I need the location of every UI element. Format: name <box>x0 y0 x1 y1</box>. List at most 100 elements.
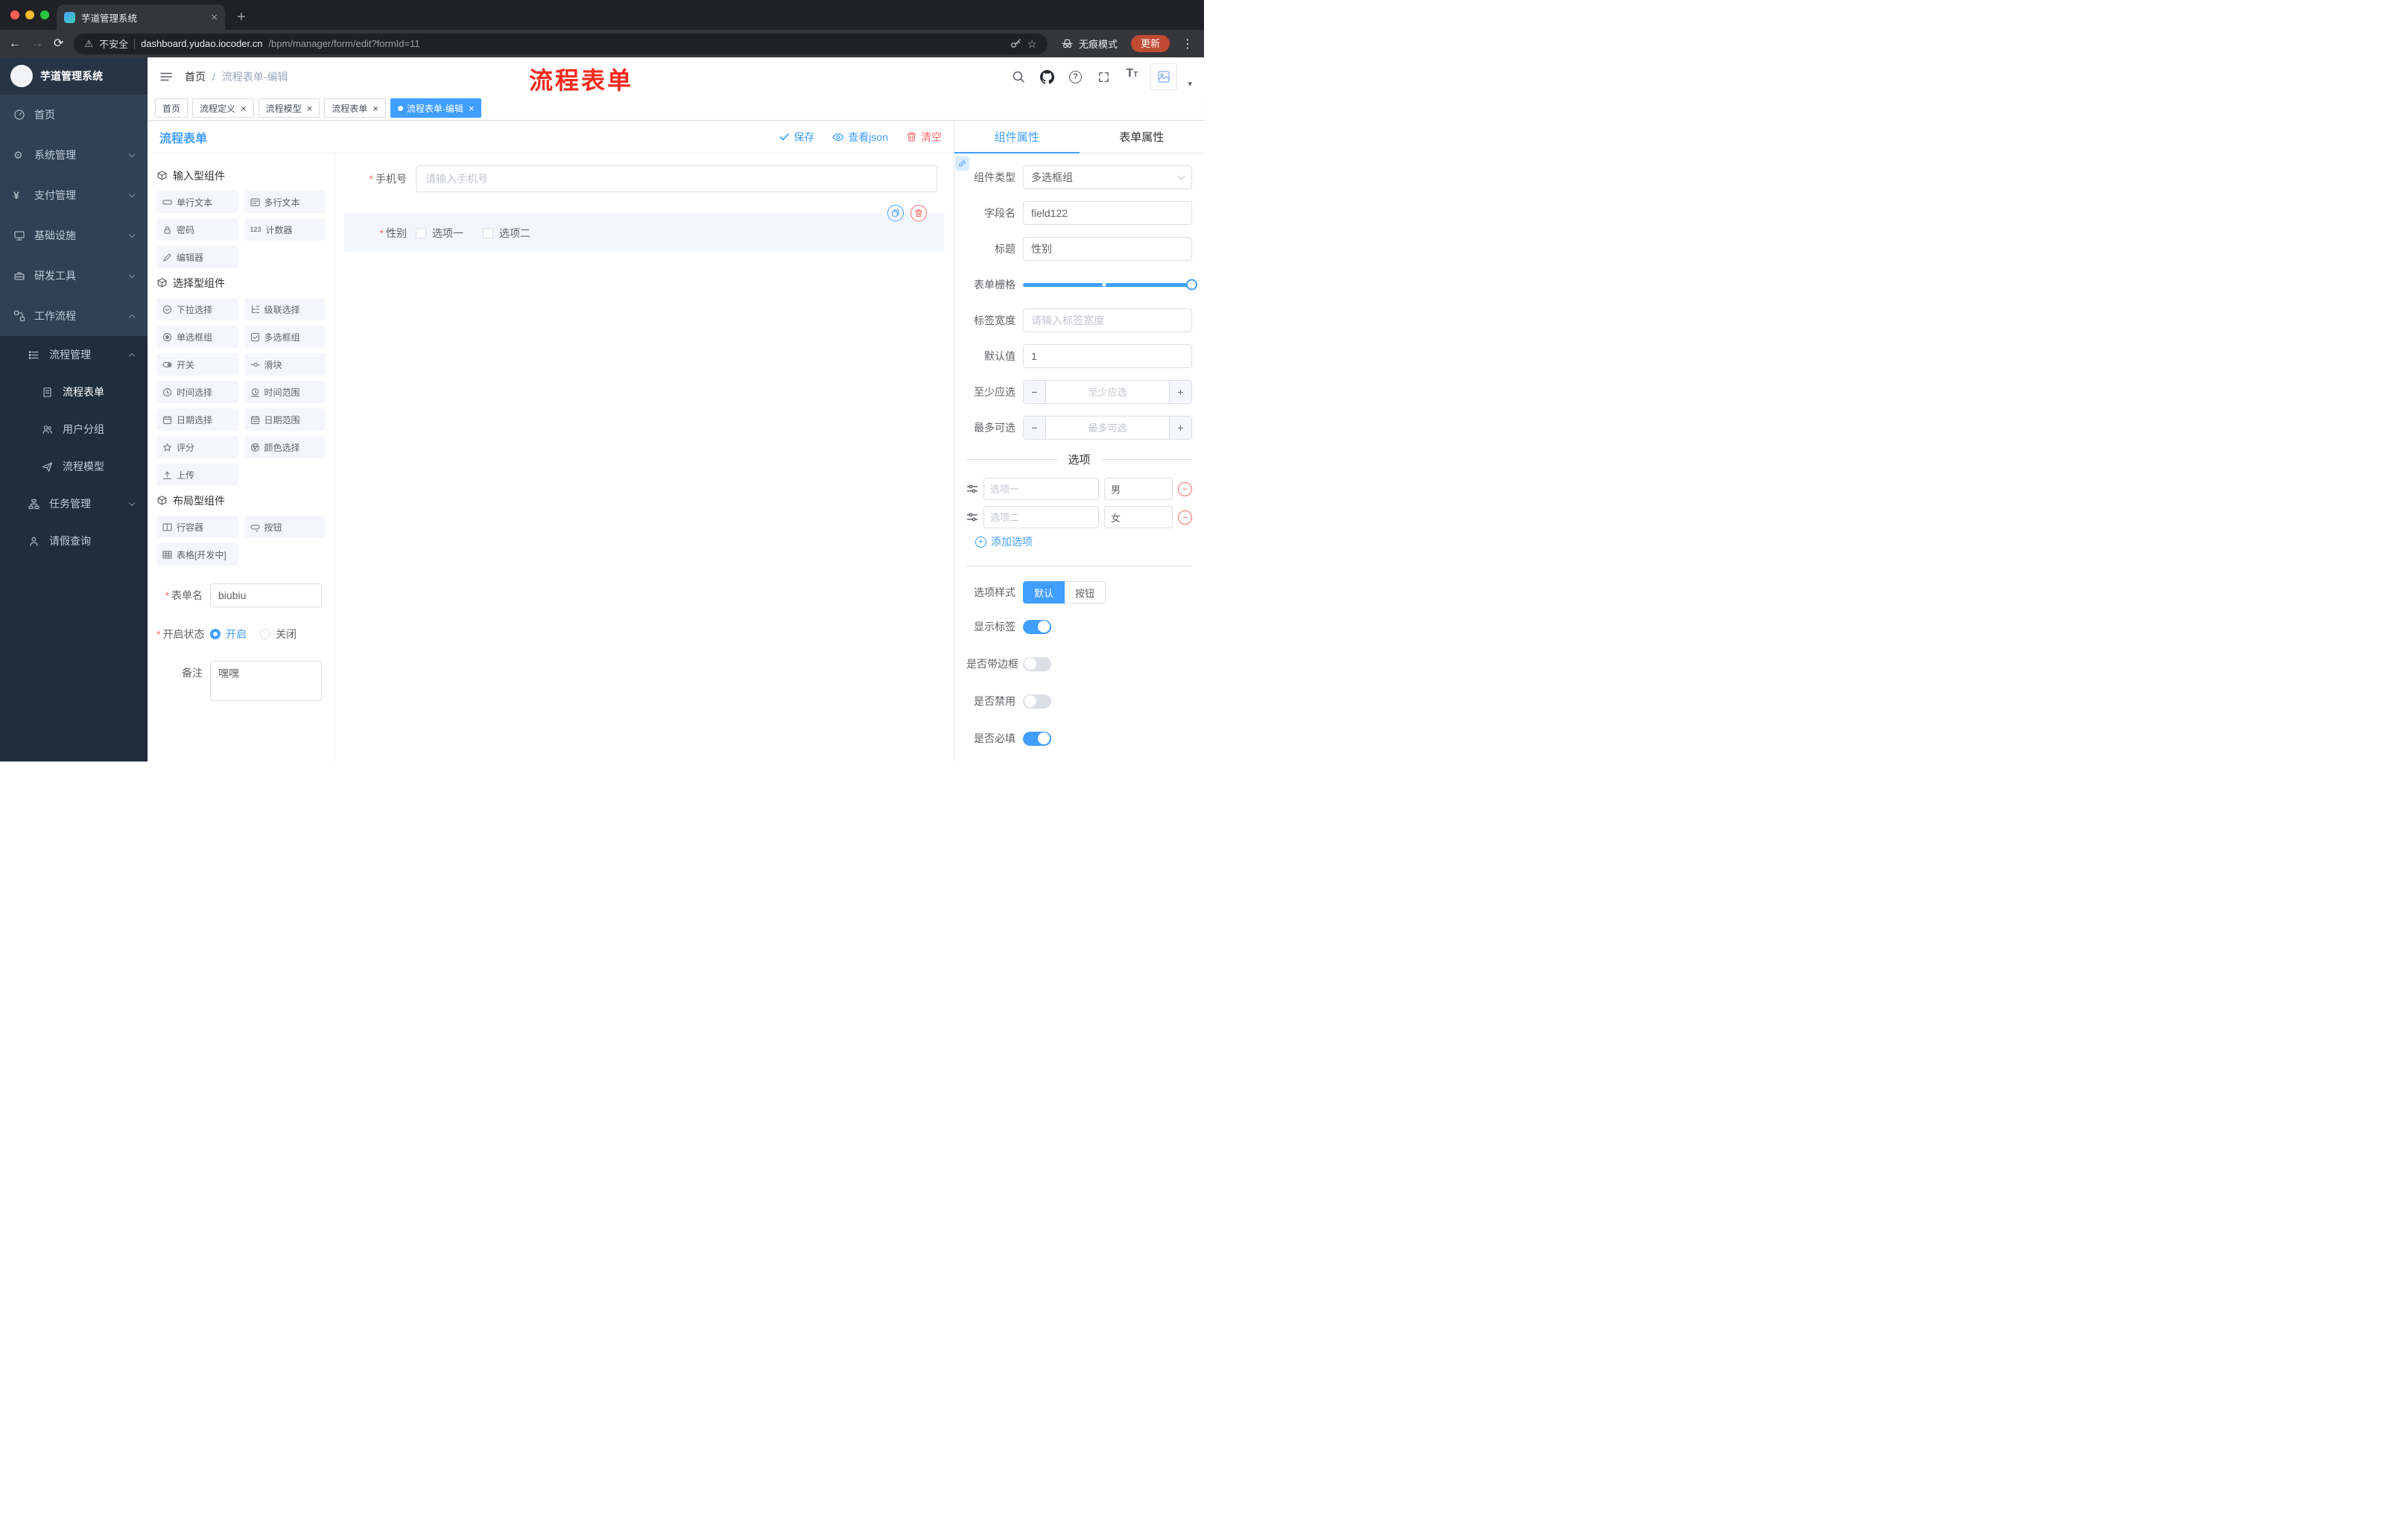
remove-option-button[interactable]: − <box>1178 481 1192 496</box>
status-off-radio[interactable]: 关闭 <box>260 627 297 642</box>
fullscreen-icon[interactable] <box>1094 67 1113 86</box>
help-icon[interactable]: ? <box>1065 67 1085 86</box>
sidebar-item-process-form[interactable]: 流程表单 <box>0 373 148 411</box>
tag-process-model[interactable]: 流程模型 × <box>258 98 320 118</box>
tab-close-icon[interactable]: × <box>211 12 218 23</box>
avatar[interactable] <box>1150 63 1178 90</box>
tab-component-props[interactable]: 组件属性 <box>954 121 1080 153</box>
delete-widget-button[interactable] <box>910 205 927 221</box>
sidebar-item-task-mgmt[interactable]: 任务管理 <box>0 485 148 522</box>
show-label-switch[interactable] <box>1023 619 1051 634</box>
component-slider[interactable]: 滑块 <box>244 353 326 376</box>
increase-button[interactable]: + <box>1169 417 1191 439</box>
decrease-button[interactable]: − <box>1024 417 1046 439</box>
remark-textarea[interactable]: 嘿嘿 <box>210 661 322 701</box>
chrome-update-button[interactable]: 更新 <box>1130 35 1170 52</box>
component-table[interactable]: 表格[开发中] <box>156 543 238 566</box>
component-upload[interactable]: 上传 <box>156 463 238 486</box>
component-row-container[interactable]: 行容器 <box>156 516 238 538</box>
border-switch[interactable] <box>1023 656 1051 671</box>
avatar-caret-icon[interactable]: ▾ <box>1188 79 1192 90</box>
decrease-button[interactable]: − <box>1024 381 1046 403</box>
password-key-icon[interactable] <box>1010 38 1021 50</box>
title-input[interactable] <box>1023 237 1192 261</box>
add-option-button[interactable]: + 添加选项 <box>975 534 1192 549</box>
save-button[interactable]: 保存 <box>779 130 814 145</box>
incognito-badge[interactable]: 无痕模式 <box>1058 37 1121 51</box>
slider-track[interactable] <box>1023 279 1197 291</box>
form-designer-canvas[interactable]: 手机号 性别 选项一 选项二 <box>335 153 954 762</box>
field-name-input[interactable] <box>1023 201 1192 225</box>
option-value-input[interactable] <box>1104 478 1173 500</box>
form-name-input[interactable] <box>210 583 322 607</box>
default-value-input[interactable] <box>1023 344 1192 368</box>
component-cascader[interactable]: 级联选择 <box>244 298 326 320</box>
min-select-stepper[interactable]: − + <box>1023 380 1192 404</box>
sidebar-item-infra[interactable]: 基础设施 <box>0 215 148 256</box>
font-size-icon[interactable]: TT <box>1122 67 1141 86</box>
reload-button[interactable]: ⟳ <box>54 37 63 50</box>
component-multi-line-text[interactable]: 多行文本 <box>244 191 326 213</box>
close-icon[interactable]: × <box>307 104 313 113</box>
search-icon[interactable] <box>1009 67 1028 86</box>
browser-menu-icon[interactable]: ⋮ <box>1180 37 1195 51</box>
max-select-input[interactable] <box>1046 417 1169 439</box>
view-json-button[interactable]: 查看json <box>832 130 888 145</box>
component-rate[interactable]: 评分 <box>156 436 238 458</box>
new-tab-button[interactable]: + <box>237 10 246 25</box>
style-button-button[interactable]: 按钮 <box>1065 581 1106 604</box>
slider-handle[interactable] <box>1186 279 1197 291</box>
security-label[interactable]: 不安全 <box>99 37 128 51</box>
form-grid-slider[interactable] <box>1023 273 1197 297</box>
tag-process-definition[interactable]: 流程定义 × <box>192 98 254 118</box>
sidebar-item-system[interactable]: ⚙ 系统管理 <box>0 135 148 175</box>
component-type-select[interactable]: 多选框组 <box>1023 165 1192 189</box>
tag-process-form[interactable]: 流程表单 × <box>324 98 386 118</box>
widget-phone-field[interactable]: 手机号 <box>344 164 945 194</box>
sidebar-logo[interactable]: 芋道管理系统 <box>0 57 148 95</box>
max-select-stepper[interactable]: − + <box>1023 416 1192 440</box>
breadcrumb-home[interactable]: 首页 <box>185 69 206 84</box>
tag-home[interactable]: 首页 <box>155 98 188 118</box>
option-name-input[interactable] <box>983 506 1099 528</box>
browser-tab[interactable]: 芋道管理系统 × <box>57 4 225 30</box>
min-select-input[interactable] <box>1046 381 1169 403</box>
forward-button[interactable]: → <box>31 37 43 50</box>
minimize-window-button[interactable] <box>25 10 34 19</box>
sidebar-item-workflow[interactable]: 工作流程 <box>0 296 148 336</box>
component-counter[interactable]: 123 计数器 <box>244 218 326 241</box>
close-icon[interactable]: × <box>373 104 378 113</box>
gender-option-1-checkbox[interactable]: 选项一 <box>416 226 463 241</box>
sidebar-item-process-model[interactable]: 流程模型 <box>0 448 148 485</box>
link-icon[interactable] <box>955 156 969 171</box>
component-password[interactable]: 密码 <box>156 218 238 241</box>
remove-option-button[interactable]: − <box>1178 510 1192 525</box>
style-default-button[interactable]: 默认 <box>1023 581 1065 604</box>
status-on-radio[interactable]: 开启 <box>210 627 247 642</box>
sidebar-item-devtools[interactable]: 研发工具 <box>0 256 148 296</box>
address-bar[interactable]: ⚠ 不安全 dashboard.yudao.iocoder.cn/bpm/man… <box>74 33 1048 54</box>
option-name-input[interactable] <box>983 478 1099 500</box>
component-checkbox-group[interactable]: 多选框组 <box>244 326 326 348</box>
component-button[interactable]: 按钮 <box>244 516 326 538</box>
increase-button[interactable]: + <box>1169 381 1191 403</box>
hamburger-icon[interactable] <box>159 70 173 83</box>
tab-form-props[interactable]: 表单属性 <box>1080 121 1205 153</box>
disabled-switch[interactable] <box>1023 694 1051 709</box>
sidebar-item-leave-query[interactable]: 请假查询 <box>0 522 148 560</box>
sidebar-item-user-group[interactable]: 用户分组 <box>0 411 148 448</box>
close-icon[interactable]: × <box>469 104 475 113</box>
back-button[interactable]: ← <box>9 37 21 50</box>
required-switch[interactable] <box>1023 731 1051 746</box>
option-value-input[interactable] <box>1104 506 1173 528</box>
close-window-button[interactable] <box>10 10 19 19</box>
close-icon[interactable]: × <box>241 104 247 113</box>
component-date-range[interactable]: 日期范围 <box>244 408 326 431</box>
component-date-picker[interactable]: 日期选择 <box>156 408 238 431</box>
component-radio-group[interactable]: 单选框组 <box>156 326 238 348</box>
component-time-picker[interactable]: 时间选择 <box>156 381 238 403</box>
drag-handle-icon[interactable] <box>966 483 978 495</box>
component-switch[interactable]: 开关 <box>156 353 238 376</box>
component-color-picker[interactable]: 颜色选择 <box>244 436 326 458</box>
gender-option-2-checkbox[interactable]: 选项二 <box>483 226 530 241</box>
